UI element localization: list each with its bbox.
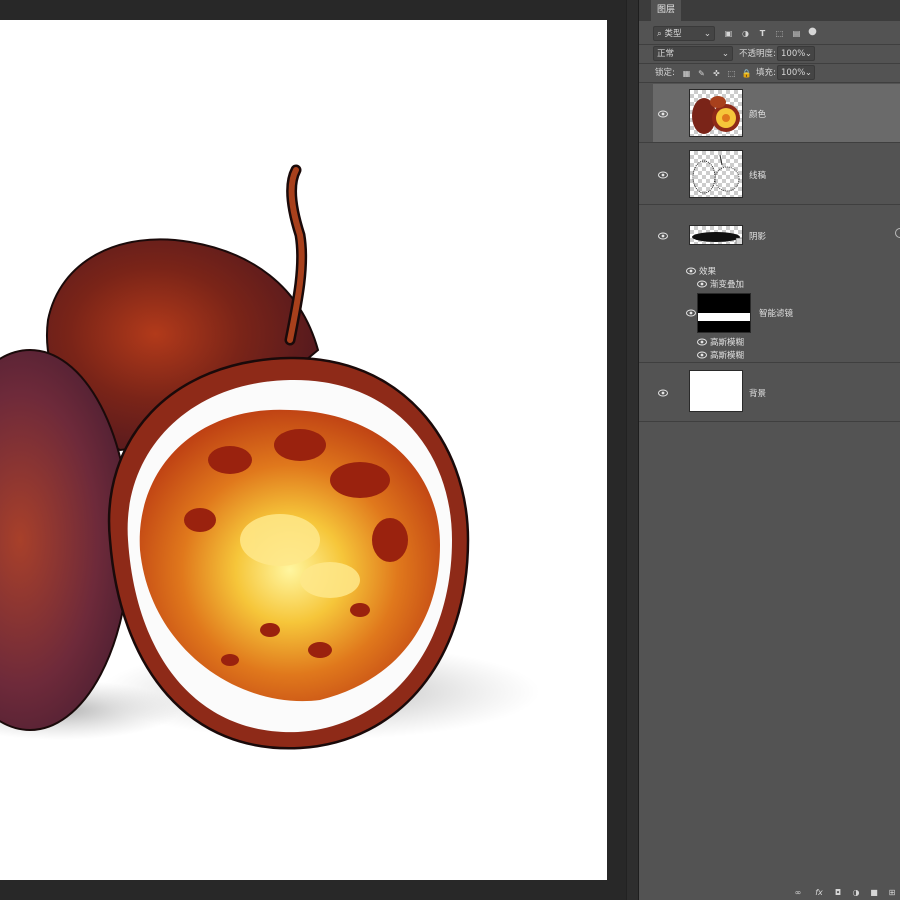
shape-filter-icon[interactable]: ⬚ [774,28,785,39]
smart-filters-label: 智能滤镜 [759,309,794,319]
panel-tab-bar: 图层 [639,0,900,21]
visibility-eye-icon[interactable] [658,171,668,179]
lock-row: 锁定: ▦ ✎ ✜ ⬚ 🔒 填充: 100% ⌄ [639,64,900,82]
layers-panel: 图层 ⌕ 类型 ⌄ ▣ ◑ T ⬚ ▤ ● 正常 ⌄ 不透明度: 100% ⌄ … [638,0,900,900]
passion-fruit-artwork [0,164,540,750]
lock-position-icon[interactable]: ✜ [711,68,722,79]
adjustment-filter-icon[interactable]: ◑ [740,28,751,39]
chevron-down-icon: ⌄ [804,49,812,59]
opacity-label: 不透明度: [739,49,776,59]
workspace [0,0,638,900]
layer-name: 阴影 [749,232,767,242]
lock-artboard-icon[interactable]: ⬚ [726,68,737,79]
opacity-input[interactable]: 100% ⌄ [777,46,815,61]
lock-image-pixels-icon[interactable]: ✎ [696,68,707,79]
new-layer-icon[interactable]: ⊞ [887,888,897,898]
smart-filter-mask-thumbnail[interactable] [697,293,751,333]
effects-visibility-eye-icon[interactable] [686,267,696,275]
search-icon: ⌕ [657,29,662,39]
chevron-down-icon: ⌄ [703,29,711,39]
visibility-eye-icon[interactable] [658,389,668,397]
divider [639,142,900,143]
filter-kind-dropdown[interactable]: ⌕ 类型 ⌄ [653,26,715,41]
blend-row: 正常 ⌄ 不透明度: 100% ⌄ [639,45,900,63]
gaussian-blur-filter[interactable]: 高斯模糊 [710,349,744,361]
effects-label: 效果 [699,267,717,277]
layers-panel-footer: ∞ fx ◘ ◑ ■ ⊞ [639,886,900,900]
tab-layers[interactable]: 图层 [651,0,682,21]
chevron-down-icon: ⌄ [721,49,729,59]
smart-filters-eye-icon[interactable] [686,309,696,317]
divider [639,82,900,83]
layer-filter-row: ⌕ 类型 ⌄ ▣ ◑ T ⬚ ▤ ● [639,24,900,44]
layer-row-color[interactable]: 颜色 [653,84,900,142]
divider [639,421,900,422]
fill-input[interactable]: 100% ⌄ [777,65,815,80]
gradient-overlay-eye-icon[interactable] [697,280,707,288]
layer-row-line-art[interactable]: 线稿 [653,145,900,203]
photoshop-window: 图层 ⌕ 类型 ⌄ ▣ ◑ T ⬚ ▤ ● 正常 ⌄ 不透明度: 100% ⌄ … [0,0,900,900]
layer-thumbnail [689,370,743,412]
fx-icon[interactable]: fx [814,888,824,898]
gaussian-blur-filter[interactable]: 高斯模糊 [710,336,744,348]
gradient-overlay-effect[interactable]: 渐变叠加 [710,278,744,290]
document-canvas[interactable] [0,20,607,880]
visibility-eye-icon[interactable] [658,110,668,118]
layer-row-background[interactable]: 背景 [653,364,900,420]
opacity-value: 100% [781,49,806,59]
layer-name: 颜色 [749,110,767,120]
link-icon[interactable]: ∞ [793,888,803,898]
layer-row-shadow[interactable]: 阴影 [653,206,900,264]
filter-kind-label: 类型 [664,29,682,39]
smart-object-filter-icon[interactable]: ▤ [791,28,802,39]
blend-mode-dropdown[interactable]: 正常 ⌄ [653,46,733,61]
type-filter-icon[interactable]: T [757,28,768,39]
image-filter-icon[interactable]: ▣ [723,28,734,39]
gaussian-blur-eye-icon[interactable] [697,338,707,346]
layer-thumbnail [689,150,743,198]
layer-thumbnail [689,225,743,245]
gaussian-blur-eye-icon[interactable] [697,351,707,359]
adjustment-icon[interactable]: ◑ [851,888,861,898]
lock-transparent-pixels-icon[interactable]: ▦ [681,68,692,79]
layer-thumbnail [689,89,743,137]
layer-name: 背景 [749,389,767,399]
lock-label: 锁定: [655,68,675,78]
divider [639,362,900,363]
layer-name: 线稿 [749,171,767,181]
lock-all-icon[interactable]: 🔒 [741,68,752,79]
filter-toggle-icon[interactable]: ● [807,26,818,37]
vertical-scrollbar[interactable] [626,0,638,900]
divider [639,204,900,205]
fill-value: 100% [781,68,806,78]
mask-icon[interactable]: ◘ [833,888,843,898]
folder-icon[interactable]: ■ [869,888,879,898]
fill-label: 填充: [756,68,776,78]
blend-mode-value: 正常 [657,49,675,59]
chevron-down-icon: ⌄ [804,68,812,78]
layer-effects-indicator-icon[interactable] [895,228,900,238]
visibility-eye-icon[interactable] [658,232,668,240]
